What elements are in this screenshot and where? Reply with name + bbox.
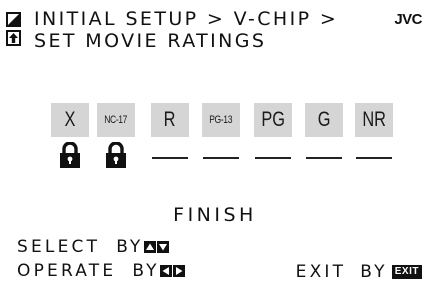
rating-label: NR bbox=[362, 108, 386, 131]
finish-button[interactable]: FINISH bbox=[0, 204, 430, 226]
setup-menu-icon bbox=[6, 12, 21, 48]
operate-label: OPERATE bbox=[17, 261, 117, 281]
rating-nr[interactable]: NR bbox=[355, 103, 393, 137]
select-label: SELECT bbox=[17, 237, 101, 257]
rating-pg[interactable]: PG bbox=[254, 103, 292, 137]
operate-hint: OPERATE BY bbox=[17, 261, 186, 281]
page-title: SET MOVIE RATINGS bbox=[34, 30, 267, 52]
select-hint: SELECT BY bbox=[17, 237, 170, 257]
rating-label: X bbox=[64, 108, 76, 131]
unlocked-dash bbox=[306, 157, 342, 159]
left-arrow-icon bbox=[160, 265, 173, 277]
lock-icon bbox=[58, 141, 82, 168]
breadcrumb: INITIAL SETUP > V-CHIP > bbox=[34, 8, 339, 30]
rating-r[interactable]: R bbox=[151, 103, 189, 137]
rating-label: R bbox=[164, 108, 176, 131]
lock-icon bbox=[104, 141, 128, 168]
down-arrow-icon bbox=[157, 241, 170, 253]
rating-label: NC-17 bbox=[104, 114, 128, 126]
rating-label: PG-13 bbox=[209, 114, 233, 126]
exit-key-icon[interactable]: EXIT bbox=[391, 265, 422, 279]
rating-x[interactable]: X bbox=[51, 103, 89, 137]
unlocked-dash bbox=[203, 157, 239, 159]
brand-logo: JVC bbox=[394, 11, 422, 28]
right-arrow-icon bbox=[173, 265, 186, 277]
unlocked-dash bbox=[255, 157, 291, 159]
exit-by-label: BY bbox=[360, 262, 388, 282]
exit-label: EXIT bbox=[295, 262, 347, 282]
unlocked-dash bbox=[356, 157, 392, 159]
exit-hint: EXIT BY EXIT bbox=[296, 262, 422, 282]
unlocked-dash bbox=[152, 157, 188, 159]
operate-by-label: BY bbox=[132, 261, 160, 281]
rating-label: G bbox=[317, 108, 331, 131]
rating-label: PG bbox=[261, 108, 285, 131]
rating-nc-17[interactable]: NC-17 bbox=[97, 103, 135, 137]
rating-pg-13[interactable]: PG-13 bbox=[202, 103, 240, 137]
up-arrow-icon bbox=[144, 241, 157, 253]
select-by-label: BY bbox=[116, 237, 144, 257]
rating-g[interactable]: G bbox=[305, 103, 343, 137]
